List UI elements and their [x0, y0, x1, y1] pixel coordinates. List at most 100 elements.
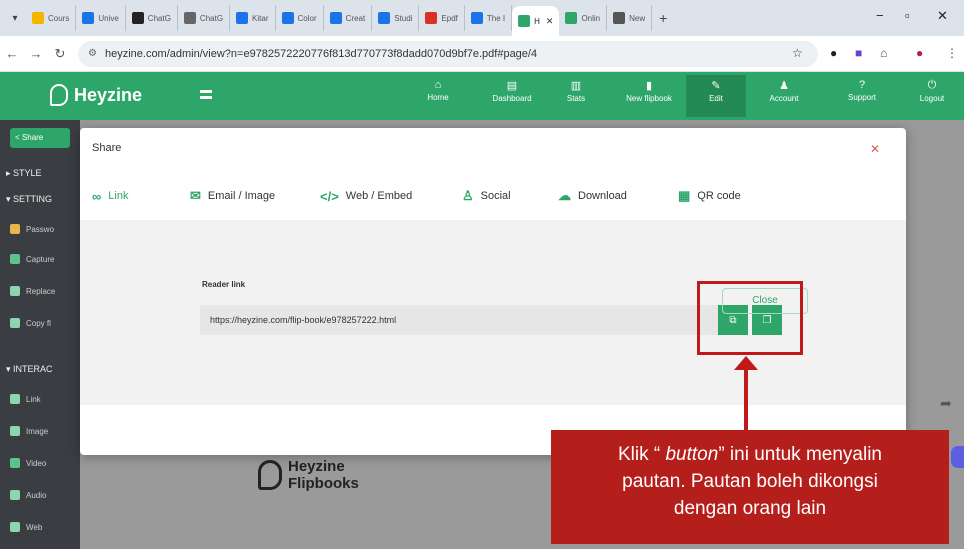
tab-qr-code[interactable]: ▦ QR code [678, 172, 741, 220]
browser-tab[interactable]: Cours [26, 5, 77, 31]
share-label: Share [21, 133, 44, 142]
tab-title: H [534, 16, 540, 26]
nav-stats[interactable]: ▥ Stats [546, 79, 606, 103]
maximize-icon[interactable]: ▫ [905, 8, 910, 23]
tab-web-embed[interactable]: </> Web / Embed [320, 172, 412, 220]
browser-tab[interactable]: The I [465, 5, 513, 31]
modal-title: Share [92, 142, 122, 154]
nav-dashboard[interactable]: ▤ Dashboard [482, 79, 542, 103]
sidebar-item-web[interactable]: Web [10, 522, 42, 532]
nav-label: Dashboard [492, 94, 532, 103]
sidebar-section-settings[interactable]: ▾ SETTING [6, 194, 52, 205]
back-icon[interactable]: ← [0, 46, 24, 61]
browser-tab-active[interactable]: H ✕ [512, 6, 560, 36]
heyzine-logo[interactable]: Heyzine [50, 84, 142, 106]
extensions-puzzle-icon[interactable]: ⌂ [880, 46, 887, 60]
extension-icon[interactable]: ● [830, 46, 837, 60]
code-icon: </> [320, 188, 339, 204]
browser-tab-strip: ▾ Cours Unive ChatG ChatG Kitar Color Cr… [0, 0, 964, 36]
nav-logout[interactable]: ⏻ Logout [902, 79, 962, 103]
browser-tab[interactable]: Creat [324, 5, 373, 31]
reload-icon[interactable]: ↻ [48, 46, 72, 62]
extension-icon[interactable]: ■ [855, 46, 862, 60]
tab-social[interactable]: ♙ Social [462, 172, 511, 220]
tab-favicon [32, 12, 44, 24]
sidebar-item-link[interactable]: Link [10, 394, 41, 404]
sidebar-item-capture[interactable]: Capture [10, 254, 54, 264]
site-info-icon[interactable]: ⚙ [88, 48, 97, 59]
lock-icon [10, 224, 20, 234]
minimize-icon[interactable]: − [876, 8, 884, 23]
tab-search-icon[interactable]: ▾ [4, 7, 26, 29]
url-input[interactable]: ⚙ heyzine.com/admin/view?n=e978257222077… [78, 40, 818, 67]
tab-favicon [281, 12, 294, 24]
nav-new-flipbook[interactable]: ▮ New flipbook [619, 79, 679, 103]
sidebar-item-image[interactable]: Image [10, 426, 48, 436]
tab-favicon [329, 12, 342, 24]
browser-tab[interactable]: Color [276, 5, 324, 31]
sidebar-item-audio[interactable]: Audio [10, 490, 46, 500]
browser-tab[interactable]: Unive [76, 5, 126, 31]
tab-favicon [131, 12, 144, 24]
audio-icon [10, 490, 20, 500]
profile-avatar[interactable]: ● [916, 46, 923, 60]
tab-download[interactable]: ☁ Download [558, 172, 627, 220]
browser-tab[interactable]: ChatG [178, 5, 231, 31]
pencil-icon: ✎ [711, 80, 721, 92]
callout-emphasis: button [665, 444, 719, 465]
browser-tab[interactable]: Epdf [419, 5, 465, 31]
modal-close-icon[interactable]: ✕ [870, 142, 880, 156]
callout-line-3: dengan orang lain [673, 498, 827, 519]
browser-tab[interactable]: New [607, 5, 653, 31]
tab-title: Onlin [581, 13, 601, 23]
browser-menu-icon[interactable]: ⋮ [946, 46, 958, 60]
sidebar-item-replace[interactable]: Replace [10, 286, 55, 296]
sidebar-share-button[interactable]: < Share [10, 128, 70, 148]
nav-edit[interactable]: ✎ Edit [686, 75, 746, 117]
tab-favicon [565, 12, 578, 24]
heyzine-logo-icon [258, 460, 282, 490]
nav-label: Logout [919, 94, 945, 103]
close-tab-icon[interactable]: ✕ [546, 16, 554, 27]
chat-widget-icon[interactable] [951, 446, 964, 468]
nav-label: Stats [566, 94, 586, 103]
user-icon: ♟ [779, 80, 789, 92]
sidebar-item-label: Web [26, 522, 43, 532]
instruction-callout: Klik “ button” ini untuk menyalin pautan… [551, 430, 949, 544]
bookmark-star-icon[interactable]: ☆ [792, 46, 803, 60]
tab-title: ChatG [147, 13, 171, 23]
share-arrow-icon[interactable]: ➦ [940, 395, 952, 412]
heyzine-flipbooks-logo: Heyzine Flipbooks [258, 458, 359, 492]
sidebar-item-label: Capture [26, 254, 55, 264]
browser-tab[interactable]: ChatG [126, 5, 178, 31]
nav-support[interactable]: ? Support [832, 79, 892, 102]
tab-favicon [183, 12, 196, 24]
tab-email-image[interactable]: ✉ Email / Image [190, 172, 275, 220]
hamburger-menu-icon[interactable] [200, 90, 212, 99]
sidebar-section-interactive[interactable]: ▾ INTERAC [6, 364, 53, 375]
tab-favicon [613, 12, 626, 24]
reader-link-label: Reader link [202, 280, 246, 289]
sidebar-item-password[interactable]: Passwo [10, 224, 54, 234]
nav-home[interactable]: ⌂ Home [408, 79, 468, 102]
sidebar-section-style[interactable]: ▸ STYLE [6, 168, 42, 179]
sidebar-item-video[interactable]: Video [10, 458, 46, 468]
tab-title: Color [297, 13, 317, 23]
tab-favicon [425, 12, 438, 24]
sidebar-item-label: Audio [26, 490, 47, 500]
new-tab-button[interactable]: + [652, 10, 674, 26]
forward-icon[interactable]: → [24, 46, 48, 61]
browser-tab[interactable]: Onlin [559, 5, 608, 31]
browser-tab[interactable]: Kitar [230, 5, 276, 31]
window-close-icon[interactable]: ✕ [937, 8, 948, 24]
highlight-box [697, 281, 803, 355]
link-icon: ∞ [92, 188, 102, 204]
arrow-shaft [744, 366, 748, 430]
browser-tab[interactable]: Studi [372, 5, 420, 31]
address-bar-row: ← → ↻ ⚙ heyzine.com/admin/view?n=e978257… [0, 36, 964, 72]
reader-link-field[interactable]: https://heyzine.com/flip-book/e978257222… [200, 305, 718, 335]
capture-icon [10, 254, 20, 264]
nav-account[interactable]: ♟ Account [754, 79, 814, 103]
sidebar-item-copy[interactable]: Copy fl [10, 318, 51, 328]
tab-link[interactable]: ∞ Link [92, 172, 128, 220]
